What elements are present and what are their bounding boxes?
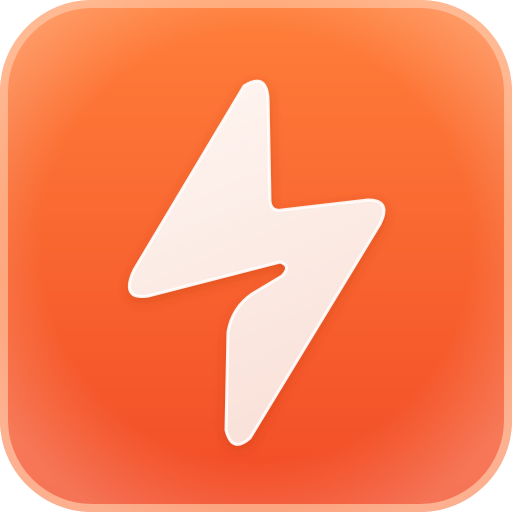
app-icon-graphic: [0, 0, 512, 512]
app-icon: [0, 0, 512, 512]
